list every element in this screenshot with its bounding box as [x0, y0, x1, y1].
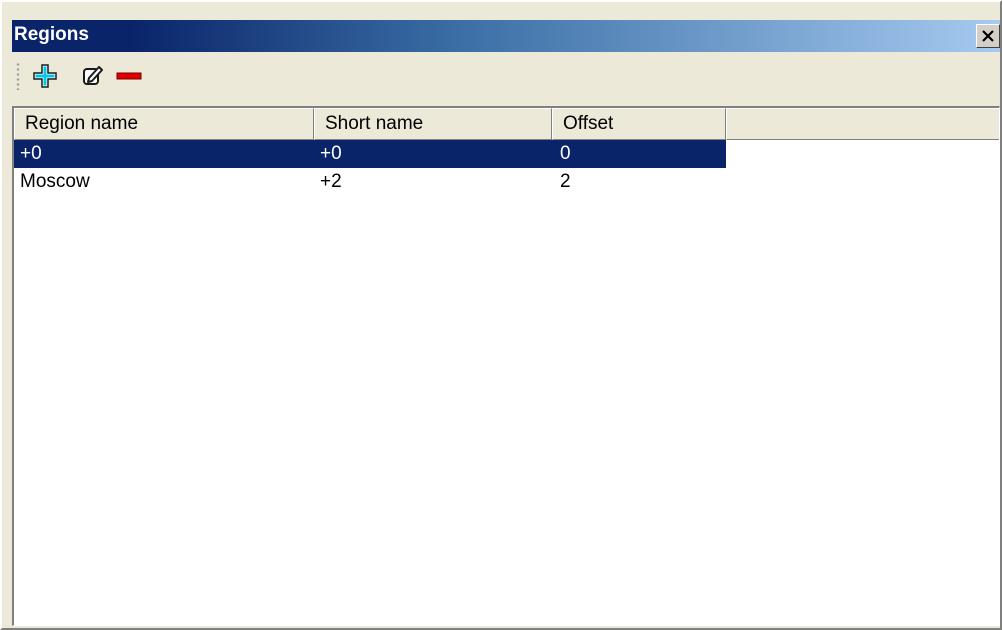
add-region-button[interactable]: [30, 62, 60, 90]
cell-region-name: +0: [20, 143, 42, 164]
column-header-short-name[interactable]: Short name: [314, 108, 552, 140]
column-header-offset[interactable]: Offset: [552, 108, 726, 140]
window-title: Regions: [14, 24, 89, 45]
column-header-row: Region name Short name Offset: [14, 108, 999, 140]
toolbar: [12, 56, 1000, 96]
table-row[interactable]: +0 +0 0: [14, 140, 726, 168]
plus-icon: [33, 64, 57, 88]
toolbar-grip[interactable]: [16, 62, 20, 90]
regions-window: Regions Region name Short name Offset +0…: [0, 0, 1002, 630]
table-row[interactable]: Moscow +2 2: [14, 168, 726, 196]
title-bar[interactable]: Regions: [12, 20, 1000, 52]
cell-region-name: Moscow: [20, 171, 90, 192]
cell-offset: 0: [560, 143, 571, 164]
cell-short-name: +2: [320, 171, 342, 192]
close-icon: [982, 30, 994, 42]
cell-short-name: +0: [320, 143, 342, 164]
cell-offset: 2: [560, 171, 571, 192]
remove-region-button[interactable]: [114, 62, 144, 90]
column-header-filler: [726, 108, 999, 140]
minus-icon: [116, 72, 142, 80]
close-button[interactable]: [976, 24, 1000, 48]
edit-icon: [83, 66, 103, 85]
edit-region-button[interactable]: [78, 62, 108, 90]
regions-list[interactable]: Region name Short name Offset +0 +0 0 Mo…: [12, 106, 1000, 626]
column-header-region-name[interactable]: Region name: [14, 108, 314, 140]
